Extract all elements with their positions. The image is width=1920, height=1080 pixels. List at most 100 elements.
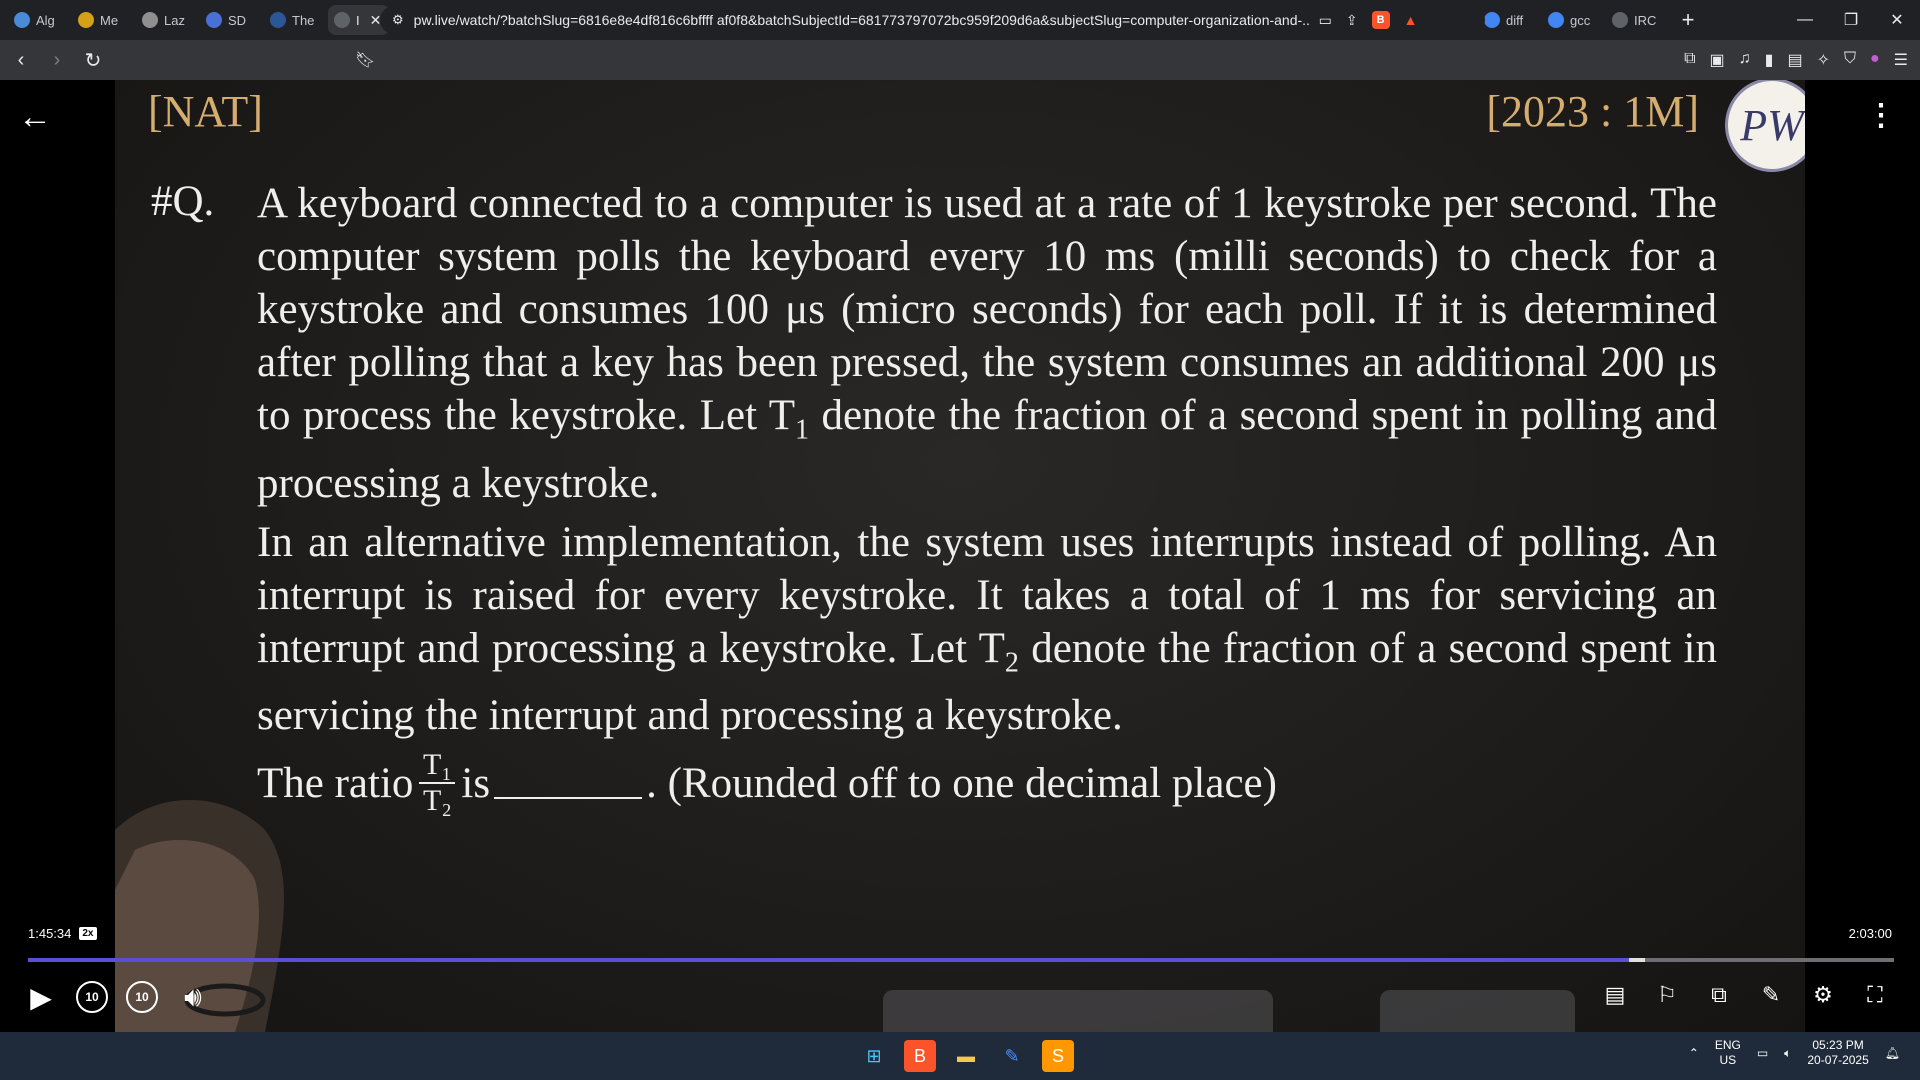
brave-rewards-icon[interactable]: ▲: [1404, 12, 1418, 28]
notifications-icon[interactable]: 🔔︎: [1885, 1046, 1900, 1060]
tab-favicon-icon: [78, 12, 94, 28]
back-icon[interactable]: ‹: [6, 45, 36, 75]
tab-label: The: [292, 12, 315, 28]
video-player[interactable]: ← ⋮ [NAT] [2023 : 1M] PW #Q. A keyboard …: [0, 80, 1920, 1032]
translate-icon[interactable]: ⚐: [1652, 980, 1682, 1010]
browser-tab[interactable]: SD: [200, 5, 264, 35]
answer-blank: [494, 767, 643, 800]
play-icon[interactable]: ▶: [24, 980, 58, 1014]
brave-shields-icon[interactable]: B: [1371, 11, 1390, 29]
tab-favicon-icon: [14, 12, 30, 28]
browser-tab[interactable]: gcc: [1542, 5, 1606, 35]
pip-icon[interactable]: ⧉: [1704, 980, 1734, 1010]
speed-badge[interactable]: 2x: [79, 927, 97, 940]
site-info-icon[interactable]: ⚙: [392, 12, 404, 28]
window-controls: — ❐ ✕: [1782, 0, 1920, 40]
media-icon[interactable]: ♫: [1739, 50, 1751, 70]
restore-icon[interactable]: ❐: [1828, 0, 1874, 40]
screenshot-icon[interactable]: ▣: [1710, 50, 1725, 70]
tray-overflow-icon[interactable]: ⌃: [1689, 1046, 1699, 1060]
language-indicator[interactable]: ENG US: [1715, 1038, 1741, 1068]
system-tray: ⌃ ENG US ▭ 🔈︎ 05:23 PM 20-07-2025 🔔︎: [1689, 1038, 1900, 1068]
tab-favicon-icon: [270, 12, 286, 28]
total-time: 2:03:00: [1848, 926, 1892, 941]
settings-icon[interactable]: ⚙: [1808, 980, 1838, 1010]
taskbar-apps: ⊞ B ▬ ✎ S: [858, 1040, 1074, 1072]
tab-favicon-icon: [1484, 12, 1500, 28]
ratio-fraction: T₁ T₂: [419, 748, 456, 818]
browser-tab[interactable]: diff: [1478, 5, 1542, 35]
extensions-icon[interactable]: ⧉: [1684, 50, 1695, 70]
annotation-toolbar: [883, 990, 1273, 1032]
tab-label: gcc: [1570, 12, 1591, 28]
question-ratio-line: The ratio T₁ T₂ is . (Rounded off to one…: [257, 748, 1277, 818]
tab-label: I: [356, 12, 360, 28]
reload-icon[interactable]: ↻: [78, 45, 108, 75]
progress-bar[interactable]: [28, 958, 1894, 962]
time-info: 1:45:34 2x: [28, 926, 97, 941]
video-frame[interactable]: [NAT] [2023 : 1M] PW #Q. A keyboard conn…: [115, 80, 1805, 1032]
question-body: A keyboard connected to a computer is us…: [257, 177, 1717, 818]
toolbar-icons: ⧉ ▣ ♫ ▮ ▤ ✧ ⛉ ● ☰: [1684, 50, 1908, 70]
question-marker: #Q.: [151, 178, 215, 225]
close-window-icon[interactable]: ✕: [1874, 0, 1920, 40]
question-paragraph-1: A keyboard connected to a computer is us…: [257, 180, 1717, 507]
question-paragraph-2: In an alternative implementation, the sy…: [257, 518, 1717, 740]
windows-taskbar: ⊞ B ▬ ✎ S ⌃ ENG US ▭ 🔈︎ 05:23 PM 20-07-202…: [0, 1032, 1920, 1080]
minimize-icon[interactable]: —: [1782, 0, 1828, 40]
progress-fill: [28, 958, 1630, 962]
browser-tab[interactable]: The: [264, 5, 328, 35]
network-icon[interactable]: ▭: [1757, 1046, 1768, 1060]
clock[interactable]: 05:23 PM 20-07-2025: [1807, 1038, 1868, 1068]
file-explorer-icon[interactable]: ▬: [950, 1040, 982, 1072]
brave-icon[interactable]: B: [904, 1040, 936, 1072]
progress-buffer: [1629, 958, 1646, 962]
notes-icon[interactable]: ✎: [1756, 980, 1786, 1010]
bookmark-icon[interactable]: 🔖︎: [355, 50, 375, 70]
tab-favicon-icon: [206, 12, 222, 28]
speaker-icon[interactable]: 🔈︎: [1784, 1046, 1791, 1061]
leo-icon[interactable]: ✧: [1817, 50, 1830, 70]
question-tag: [NAT]: [148, 87, 263, 136]
share-icon[interactable]: ⇪: [1346, 12, 1358, 29]
pw-logo: PW: [1725, 80, 1805, 172]
tab-label: SD: [228, 12, 247, 28]
address-bar: ‹ › ↻: [0, 40, 1920, 80]
secondary-toolbar: [1380, 990, 1575, 1032]
more-options-icon[interactable]: ⋮: [1866, 98, 1896, 133]
forward-icon[interactable]: ›: [42, 45, 72, 75]
menu-icon[interactable]: ☰: [1894, 50, 1908, 70]
cast-icon[interactable]: ▭: [1319, 12, 1332, 29]
vpn-icon[interactable]: ⛉: [1844, 50, 1856, 70]
tab-label: Alg: [36, 12, 55, 28]
tab-label: diff: [1506, 12, 1524, 28]
tab-label: Me: [100, 12, 119, 28]
browser-tab[interactable]: Laz: [136, 5, 200, 35]
start-icon[interactable]: ⊞: [858, 1040, 890, 1072]
back-arrow-icon[interactable]: ←: [18, 98, 52, 137]
fullscreen-icon[interactable]: ⛶: [1860, 980, 1890, 1010]
sublime-icon[interactable]: S: [1042, 1040, 1074, 1072]
new-tab-button[interactable]: +: [1670, 7, 1706, 33]
tab-label: Laz: [164, 12, 185, 28]
pen-icon[interactable]: ✎: [996, 1040, 1028, 1072]
tab-favicon-icon: [1612, 12, 1628, 28]
tab-label: IRC: [1634, 12, 1657, 28]
rewind-10-icon[interactable]: 10: [76, 981, 108, 1013]
tab-favicon-icon: [142, 12, 158, 28]
forward-10-icon[interactable]: 10: [126, 981, 158, 1013]
url-text: pw.live/watch/?batchSlug=6816e8e4df816c6…: [413, 12, 1309, 28]
question-year: [2023 : 1M]: [1486, 87, 1699, 136]
profile-icon[interactable]: ●: [1870, 50, 1880, 70]
browser-tab[interactable]: Me: [72, 5, 136, 35]
volume-icon[interactable]: 🔊︎: [176, 980, 210, 1014]
browser-tab[interactable]: IRC: [1606, 5, 1670, 35]
wallet-icon[interactable]: ▤: [1787, 50, 1802, 70]
tab-favicon-icon: [1548, 12, 1564, 28]
player-settings-controls: ▤ ⚐ ⧉ ✎ ⚙ ⛶: [1600, 980, 1890, 1010]
browser-tab[interactable]: Alg: [8, 5, 72, 35]
captions-icon[interactable]: ▤: [1600, 980, 1630, 1010]
url-field[interactable]: ⚙ pw.live/watch/?batchSlug=6816e8e4df816…: [380, 6, 1485, 34]
playback-controls: ▶ 10 10 🔊︎: [24, 980, 210, 1014]
sidebar-icon[interactable]: ▮: [1765, 50, 1774, 70]
